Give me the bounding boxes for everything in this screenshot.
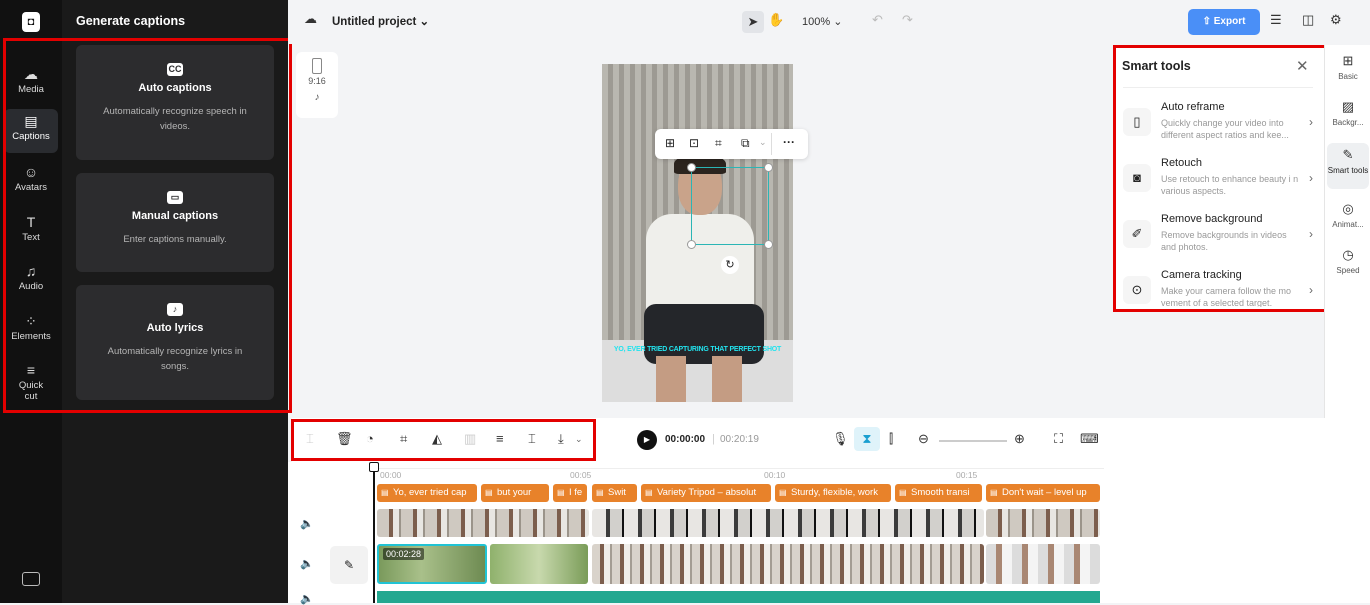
sidebar-item-speed[interactable]: ◷ Speed bbox=[1327, 247, 1369, 275]
video-clip[interactable] bbox=[592, 509, 984, 537]
highlight-box-left bbox=[3, 38, 292, 413]
cloud-icon: ☁ bbox=[304, 11, 317, 26]
highlight-box-toolbar bbox=[291, 419, 596, 461]
settings-icon[interactable]: ⚙ bbox=[1330, 12, 1342, 28]
audio-clip[interactable] bbox=[377, 591, 1100, 603]
sidebar-item-background[interactable]: ▨ Backgr... bbox=[1327, 99, 1369, 127]
video-clip[interactable] bbox=[377, 509, 589, 537]
tick-label: 00:15 bbox=[956, 470, 978, 480]
crop-icon[interactable]: ⌗ bbox=[715, 136, 722, 151]
video-clip[interactable] bbox=[592, 544, 984, 584]
project-title: Untitled project bbox=[332, 16, 417, 28]
sidebar-label: Speed bbox=[1336, 266, 1360, 275]
person-leg bbox=[712, 356, 742, 402]
hand-tool-icon[interactable]: ✋ bbox=[768, 12, 784, 28]
sidebar-label: Basic bbox=[1338, 72, 1358, 81]
layout-icon[interactable]: ◫ bbox=[1302, 12, 1314, 28]
video-subtitle: YO, EVER TRIED CAPTURING THAT PERFECT SH… bbox=[613, 346, 782, 353]
caption-clip[interactable]: Swit bbox=[592, 484, 637, 502]
total-time: 00:20:19 bbox=[720, 434, 759, 445]
divider bbox=[771, 133, 772, 155]
resize-handle[interactable] bbox=[687, 240, 696, 249]
ruler-line bbox=[374, 468, 1104, 469]
speed-icon: ◷ bbox=[1342, 247, 1354, 262]
export-label: Export bbox=[1213, 16, 1246, 27]
edit-cover-icon[interactable]: ✎ bbox=[330, 546, 368, 584]
tick-label: 00:10 bbox=[764, 470, 786, 480]
app-logo-icon[interactable]: ◘ bbox=[22, 12, 40, 32]
playhead-handle[interactable] bbox=[369, 462, 379, 472]
mask-icon[interactable]: ⧉ bbox=[741, 136, 750, 151]
resize-handle[interactable] bbox=[764, 240, 773, 249]
zoom-in-icon[interactable]: ⊕ bbox=[1014, 431, 1025, 447]
floating-toolbar: ⊞ ⊡ ⌗ ⧉ ⌄ ··· bbox=[655, 129, 808, 159]
volume-icon[interactable]: 🔈 bbox=[300, 557, 314, 570]
chevron-down-icon[interactable]: ⌄ bbox=[759, 137, 767, 148]
export-button[interactable]: ⇧ Export bbox=[1188, 9, 1260, 35]
sidebar-label: Backgr... bbox=[1332, 118, 1364, 127]
feedback-icon[interactable]: ⌨ bbox=[1080, 431, 1099, 447]
more-icon[interactable]: ··· bbox=[783, 135, 795, 149]
zoom-out-icon[interactable]: ⊖ bbox=[918, 431, 929, 447]
sidebar-label: Animat... bbox=[1332, 220, 1364, 229]
top-bar: ☁ Untitled project ⌄ ➤ ✋ 100% ⌄ ↶ ↷ ⇧ Ex… bbox=[288, 0, 1370, 44]
microphone-icon[interactable]: 🎙 bbox=[832, 431, 849, 447]
current-time: 00:00:00 bbox=[665, 434, 706, 445]
redo-icon[interactable]: ↷ bbox=[902, 12, 913, 28]
chevron-down-icon: ⌄ bbox=[419, 16, 430, 28]
volume-icon[interactable]: 🔈 bbox=[300, 592, 314, 605]
resize-handle[interactable] bbox=[764, 163, 773, 172]
undo-icon[interactable]: ↶ bbox=[872, 12, 883, 28]
magic-wand-icon: ✎ bbox=[1342, 147, 1354, 162]
panel-title: Generate captions bbox=[76, 14, 186, 28]
animation-icon: ◎ bbox=[1342, 201, 1354, 216]
tick-label: 00:00 bbox=[380, 470, 402, 480]
auto-snap-icon[interactable]: ⧗ bbox=[854, 427, 880, 451]
caption-clip[interactable]: Sturdy, flexible, work bbox=[775, 484, 891, 502]
sidebar-item-basic[interactable]: ⊞ Basic bbox=[1327, 53, 1369, 81]
resize-handle[interactable] bbox=[687, 163, 696, 172]
caption-clip[interactable]: but your bbox=[481, 484, 549, 502]
playhead[interactable] bbox=[373, 462, 375, 603]
video-clip-selected[interactable]: 00:02:28 bbox=[377, 544, 487, 584]
aspect-ratio-label: 9:16 bbox=[308, 76, 326, 86]
caption-clip[interactable]: I fe bbox=[553, 484, 587, 502]
zoom-value: 100% bbox=[802, 16, 831, 28]
background-icon: ▨ bbox=[1341, 99, 1355, 114]
tiktok-icon: ♪ bbox=[314, 92, 320, 103]
keyboard-icon[interactable] bbox=[22, 572, 40, 586]
person-leg bbox=[656, 356, 686, 402]
person-shorts bbox=[644, 304, 764, 364]
fit-icon[interactable]: ⊡ bbox=[689, 136, 699, 150]
rotate-icon[interactable]: ↻ bbox=[721, 256, 739, 274]
replace-icon[interactable]: ⊞ bbox=[665, 136, 675, 150]
split-screen-icon[interactable]: ⫿ bbox=[889, 431, 893, 447]
selection-box[interactable]: ↻ bbox=[687, 163, 773, 274]
fullscreen-icon[interactable]: ⛶ bbox=[1054, 431, 1063, 447]
pointer-tool-icon[interactable]: ➤ bbox=[742, 11, 764, 33]
project-name[interactable]: Untitled project ⌄ bbox=[332, 14, 429, 28]
sidebar-item-smart-tools[interactable]: ✎ Smart tools bbox=[1327, 143, 1369, 189]
caption-clip[interactable]: Variety Tripod – absolut bbox=[641, 484, 771, 502]
volume-icon[interactable]: 🔈 bbox=[300, 517, 314, 530]
caption-clip[interactable]: Don't wait – level up bbox=[986, 484, 1100, 502]
zoom-select[interactable]: 100% ⌄ bbox=[802, 15, 842, 28]
video-clip[interactable] bbox=[986, 509, 1100, 537]
video-clip[interactable] bbox=[986, 544, 1100, 584]
tick-label: 00:05 bbox=[570, 470, 592, 480]
aspect-ratio-selector[interactable]: 9:16 ♪ bbox=[296, 52, 338, 118]
caption-clip[interactable]: Smooth transi bbox=[895, 484, 982, 502]
clip-duration: 00:02:28 bbox=[383, 548, 425, 560]
layers-icon[interactable]: ☰ bbox=[1270, 12, 1282, 28]
zoom-slider[interactable] bbox=[939, 440, 1007, 442]
play-button[interactable]: ▶ bbox=[637, 430, 657, 450]
basic-icon: ⊞ bbox=[1342, 53, 1354, 68]
video-clip[interactable] bbox=[490, 544, 588, 584]
time-divider: | bbox=[712, 433, 715, 445]
caption-clip[interactable]: Yo, ever tried cap bbox=[377, 484, 477, 502]
phone-icon bbox=[312, 58, 322, 74]
sidebar-item-animation[interactable]: ◎ Animat... bbox=[1327, 201, 1369, 229]
sidebar-label: Smart tools bbox=[1327, 166, 1369, 175]
